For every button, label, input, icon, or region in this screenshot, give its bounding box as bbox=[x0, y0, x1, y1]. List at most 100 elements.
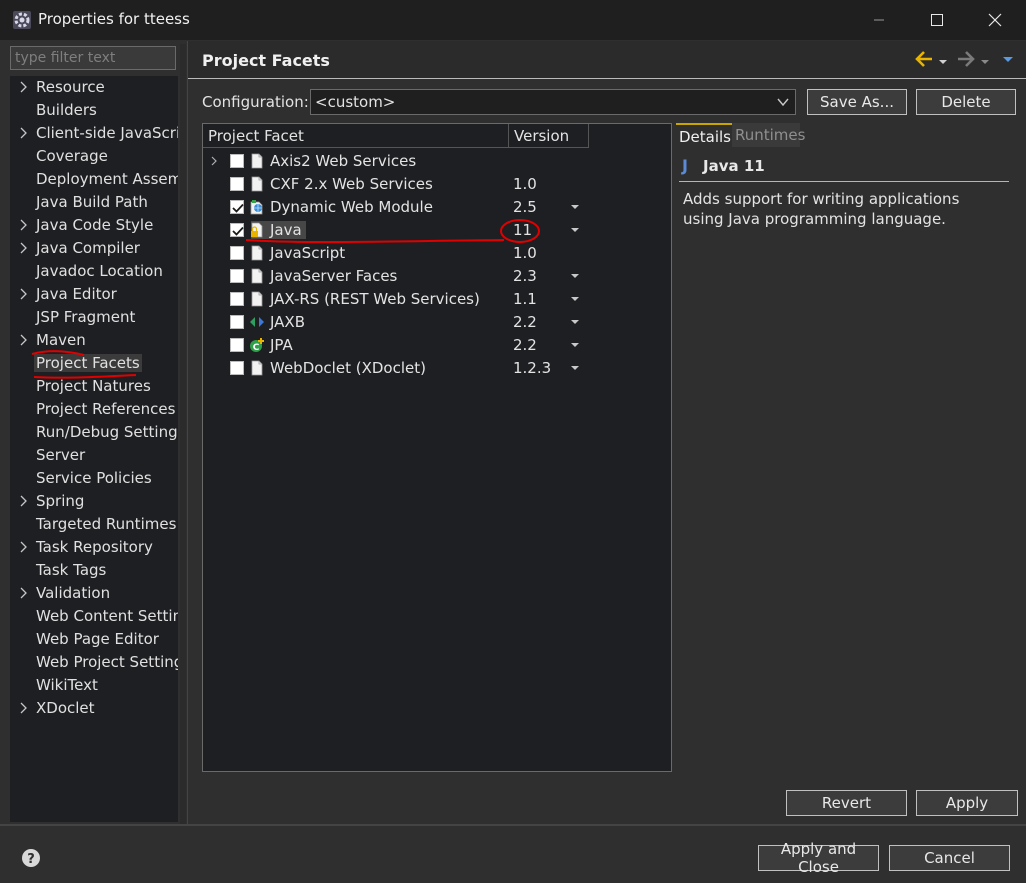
save-as-button[interactable]: Save As... bbox=[807, 89, 907, 115]
facet-checkbox[interactable] bbox=[230, 269, 244, 283]
tree-item[interactable]: XDoclet bbox=[10, 697, 178, 720]
cancel-button[interactable]: Cancel bbox=[889, 845, 1010, 871]
forward-menu-button[interactable] bbox=[980, 47, 990, 71]
tree-item[interactable]: Javadoc Location bbox=[10, 260, 178, 283]
close-icon bbox=[988, 13, 1002, 27]
file-icon bbox=[251, 268, 263, 284]
properties-tree[interactable]: Resource Builders Client-side JavaScript Co… bbox=[10, 76, 178, 822]
facet-checkbox[interactable] bbox=[230, 292, 244, 306]
panel-divider[interactable] bbox=[180, 44, 186, 824]
footer-divider bbox=[0, 824, 1026, 826]
chevron-down-icon bbox=[939, 60, 947, 64]
configuration-select[interactable]: <custom> bbox=[310, 89, 796, 115]
tree-item[interactable]: Resource bbox=[10, 76, 178, 99]
tree-item[interactable]: Java Code Style bbox=[10, 214, 178, 237]
delete-button[interactable]: Delete bbox=[916, 89, 1016, 115]
facet-row[interactable]: Dynamic Web Module 2.5 bbox=[203, 196, 671, 219]
revert-button[interactable]: Revert bbox=[786, 790, 907, 816]
chevron-right-icon bbox=[211, 156, 217, 166]
facet-version[interactable]: 2.2 bbox=[513, 313, 537, 331]
facet-checkbox[interactable] bbox=[230, 361, 244, 375]
tab-runtimes[interactable]: Runtimes bbox=[732, 123, 805, 147]
facet-version[interactable]: 1.0 bbox=[513, 244, 537, 262]
facets-table[interactable]: Project Facet Version Axis2 Web Services… bbox=[202, 123, 672, 772]
tree-item[interactable]: Run/Debug Settings bbox=[10, 421, 178, 444]
tree-item[interactable]: Project Natures bbox=[10, 375, 178, 398]
close-button[interactable] bbox=[966, 0, 1024, 40]
view-menu-button[interactable] bbox=[1002, 47, 1014, 71]
forward-button[interactable] bbox=[957, 47, 975, 71]
tree-item-label: Maven bbox=[36, 331, 86, 349]
tree-item-label: Project Facets bbox=[34, 354, 142, 372]
facet-version[interactable]: 2.2 bbox=[513, 336, 537, 354]
tree-item[interactable]: Deployment Assembly bbox=[10, 168, 178, 191]
facet-checkbox[interactable] bbox=[230, 338, 244, 352]
facet-row[interactable]: WebDoclet (XDoclet) 1.2.3 bbox=[203, 357, 671, 380]
facet-version[interactable]: 1.0 bbox=[513, 175, 537, 193]
facet-row[interactable]: JavaServer Faces 2.3 bbox=[203, 265, 671, 288]
tree-item[interactable]: Client-side JavaScript bbox=[10, 122, 178, 145]
filter-input[interactable] bbox=[10, 46, 176, 70]
tree-item[interactable]: Java Compiler bbox=[10, 237, 178, 260]
tree-item[interactable]: Project Facets bbox=[10, 352, 178, 375]
tree-item-label: Java Build Path bbox=[36, 193, 148, 211]
tree-item[interactable]: Web Page Editor bbox=[10, 628, 178, 651]
tree-item[interactable]: WikiText bbox=[10, 674, 178, 697]
tab-details[interactable]: Details bbox=[676, 123, 735, 147]
apply-and-close-button[interactable]: Apply and Close bbox=[758, 840, 879, 876]
facet-row[interactable]: JavaScript 1.0 bbox=[203, 242, 671, 265]
help-icon[interactable]: ? bbox=[21, 848, 41, 868]
tree-item-label: Deployment Assembly bbox=[36, 170, 178, 188]
tree-item[interactable]: JSP Fragment bbox=[10, 306, 178, 329]
tree-item[interactable]: Validation bbox=[10, 582, 178, 605]
tree-item[interactable]: Project References bbox=[10, 398, 178, 421]
facet-checkbox[interactable] bbox=[230, 177, 244, 191]
maximize-button[interactable] bbox=[908, 0, 966, 40]
tree-item[interactable]: Task Repository bbox=[10, 536, 178, 559]
tree-item[interactable]: Server bbox=[10, 444, 178, 467]
tree-item-label: Java Editor bbox=[36, 285, 117, 303]
minimize-button[interactable] bbox=[850, 0, 908, 40]
tree-item[interactable]: Maven bbox=[10, 329, 178, 352]
details-panel: J Java 11 Adds support for writing appli… bbox=[676, 147, 1016, 772]
tree-item[interactable]: Java Build Path bbox=[10, 191, 178, 214]
facet-checkbox[interactable] bbox=[230, 200, 244, 214]
chevron-right-icon bbox=[20, 288, 27, 300]
tree-item-label: WikiText bbox=[36, 676, 98, 694]
facet-row[interactable]: JAXB 2.2 bbox=[203, 311, 671, 334]
facet-version[interactable]: 2.3 bbox=[513, 267, 537, 285]
facet-checkbox[interactable] bbox=[230, 315, 244, 329]
back-button[interactable] bbox=[915, 47, 933, 71]
facet-checkbox[interactable] bbox=[230, 223, 244, 237]
facet-version[interactable]: 11 bbox=[513, 221, 532, 239]
file-icon bbox=[251, 245, 263, 261]
facet-version[interactable]: 2.5 bbox=[513, 198, 537, 216]
back-menu-button[interactable] bbox=[938, 47, 948, 71]
checkmark-icon bbox=[232, 203, 244, 213]
tree-item[interactable]: Spring bbox=[10, 490, 178, 513]
facet-row[interactable]: Java 11 bbox=[203, 219, 671, 242]
tree-item[interactable]: Web Content Settings bbox=[10, 605, 178, 628]
tree-item[interactable]: Java Editor bbox=[10, 283, 178, 306]
column-header-version[interactable]: Version bbox=[509, 124, 589, 148]
facet-row[interactable]: Axis2 Web Services bbox=[203, 150, 671, 173]
facet-version[interactable]: 1.2.3 bbox=[513, 359, 551, 377]
facet-version[interactable]: 1.1 bbox=[513, 290, 537, 308]
facet-checkbox[interactable] bbox=[230, 154, 244, 168]
tree-item[interactable]: Web Project Settings bbox=[10, 651, 178, 674]
facet-row[interactable]: CXF 2.x Web Services 1.0 bbox=[203, 173, 671, 196]
tree-item[interactable]: Coverage bbox=[10, 145, 178, 168]
facet-row[interactable]: JAX-RS (REST Web Services) 1.1 bbox=[203, 288, 671, 311]
file-icon bbox=[251, 360, 263, 376]
facet-row[interactable]: JPA C 2.2 bbox=[203, 334, 671, 357]
svg-text:C: C bbox=[253, 343, 260, 353]
chevron-right-icon bbox=[20, 127, 27, 139]
tree-item[interactable]: Task Tags bbox=[10, 559, 178, 582]
facet-checkbox[interactable] bbox=[230, 246, 244, 260]
tree-item[interactable]: Builders bbox=[10, 99, 178, 122]
tree-item[interactable]: Service Policies bbox=[10, 467, 178, 490]
facet-name: JAXB bbox=[270, 313, 305, 331]
apply-button[interactable]: Apply bbox=[916, 790, 1018, 816]
column-header-facet[interactable]: Project Facet bbox=[203, 124, 509, 148]
tree-item[interactable]: Targeted Runtimes bbox=[10, 513, 178, 536]
